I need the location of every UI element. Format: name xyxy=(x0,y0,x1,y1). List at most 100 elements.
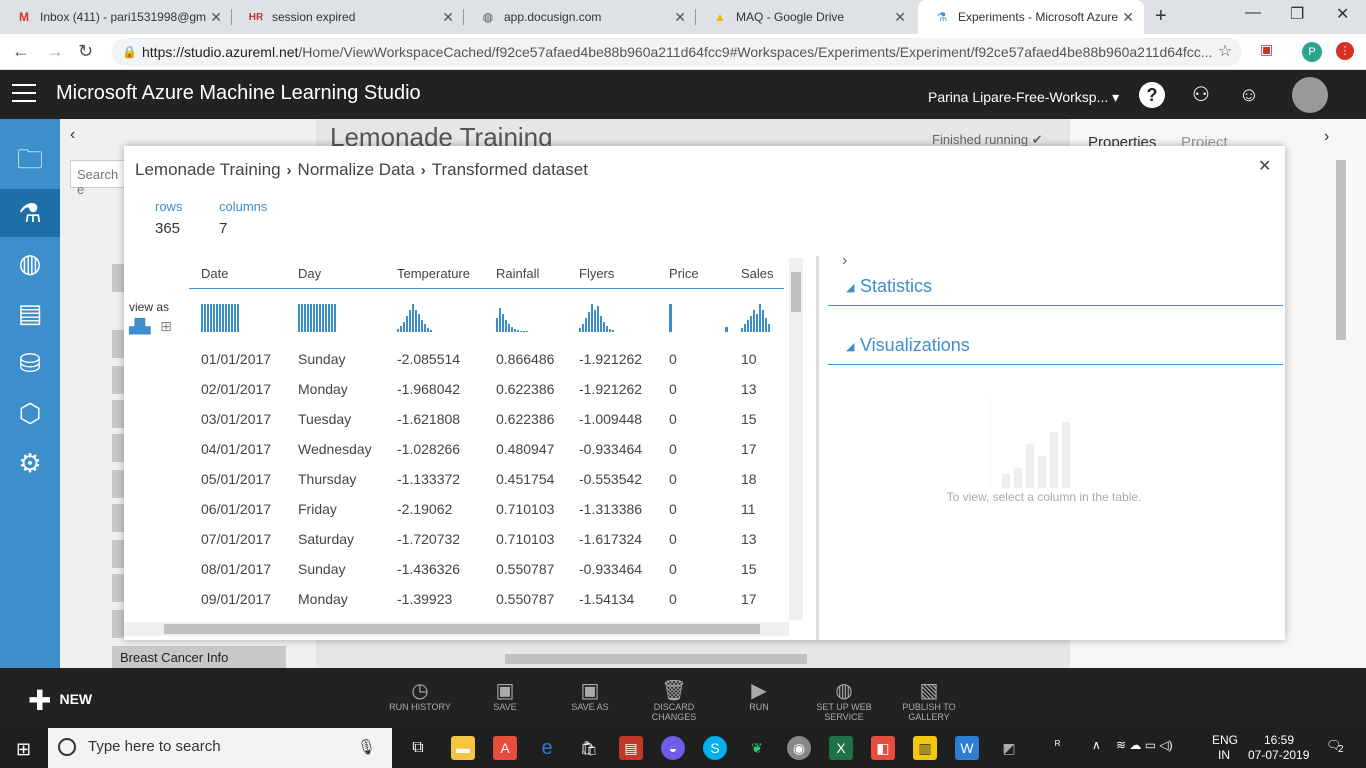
skype-icon[interactable]: S xyxy=(703,736,727,760)
histogram-flyers[interactable] xyxy=(567,288,657,344)
forward-icon[interactable]: → xyxy=(46,41,64,62)
w-app-icon[interactable]: W xyxy=(955,736,979,760)
url-field[interactable]: 🔒 https://studio.azureml.net/Home/ViewWo… xyxy=(112,38,1242,66)
avatar[interactable] xyxy=(1292,77,1328,113)
table-row[interactable]: 05/01/2017 Thursday -1.133372 0.451754 -0.55… xyxy=(189,464,784,494)
tab-azure[interactable]: ⚗ Experiments - Microsoft Azure ✕ xyxy=(918,0,1144,34)
table-row[interactable]: 02/01/2017 Monday -1.968042 0.622386 -1.9212… xyxy=(189,374,784,404)
column-header-price[interactable]: Price xyxy=(657,260,729,289)
tray-icons[interactable]: ≋ ☁ ▭ ◁) xyxy=(1116,738,1173,752)
canvas-hscrollbar[interactable] xyxy=(505,654,807,664)
panel-divider[interactable] xyxy=(816,256,819,640)
language-code[interactable]: ENG xyxy=(1212,733,1238,747)
close-tab-icon[interactable]: ✕ xyxy=(894,9,906,26)
edge-icon[interactable]: e xyxy=(535,736,559,760)
histogram-price[interactable] xyxy=(657,288,729,344)
collapse-properties-icon[interactable]: › xyxy=(1324,128,1329,146)
table-row[interactable]: 09/01/2017 Monday -1.39923 0.550787 -1.54134… xyxy=(189,584,784,614)
table-hscrollbar[interactable] xyxy=(124,622,789,636)
table-vscrollbar[interactable] xyxy=(789,258,803,620)
column-header-flyers[interactable]: Flyers xyxy=(567,260,657,289)
histogram-day[interactable] xyxy=(286,288,385,344)
histogram-temperature[interactable] xyxy=(385,288,484,344)
reload-icon[interactable]: ↻ xyxy=(78,41,93,62)
visualizations-section[interactable]: ◢ Visualizations xyxy=(828,335,1283,365)
statistics-section[interactable]: ◢ Statistics xyxy=(828,276,1283,306)
table-row[interactable]: 01/01/2017 Sunday -2.085514 0.866486 -1.9212… xyxy=(189,344,784,374)
reader-icon[interactable]: ▤ xyxy=(619,736,643,760)
bookmark-star-icon[interactable]: ☆ xyxy=(1218,41,1232,61)
maximize-icon[interactable]: ❐ xyxy=(1290,4,1304,24)
taskbar-search-input[interactable]: Type here to search 🎙 xyxy=(48,728,392,768)
close-tab-icon[interactable]: ✕ xyxy=(1122,9,1134,26)
histogram-rainfall[interactable] xyxy=(484,288,567,344)
tab-docusign[interactable]: ◍ app.docusign.com ✕ xyxy=(464,0,696,34)
new-tab-icon[interactable]: + xyxy=(1155,5,1167,28)
table-row[interactable]: 04/01/2017 Wednesday -1.028266 0.480947 -0.9… xyxy=(189,434,784,464)
table-row[interactable]: 07/01/2017 Saturday -1.720732 0.710103 -1.61… xyxy=(189,524,784,554)
new-button[interactable]: ✚ NEW xyxy=(28,684,92,717)
histogram-date[interactable] xyxy=(189,288,286,344)
column-header-sales[interactable]: Sales xyxy=(729,260,784,289)
close-tab-icon[interactable]: ✕ xyxy=(442,9,454,26)
file-explorer-icon[interactable]: ▬ xyxy=(451,736,475,760)
run-button[interactable]: ▶ RUN xyxy=(719,678,799,712)
chrome-icon[interactable]: ◉ xyxy=(787,736,811,760)
back-icon[interactable]: ← xyxy=(12,41,30,62)
publish-gallery-button[interactable]: ▧ PUBLISH TO GALLERY xyxy=(889,678,969,722)
experiments-icon[interactable]: ⚗ xyxy=(0,189,60,237)
trained-models-icon[interactable]: ⬡ xyxy=(0,389,60,437)
menu-icon[interactable]: ⋮ xyxy=(1336,42,1354,60)
discard-changes-button[interactable]: 🗑 DISCARD CHANGES xyxy=(634,678,714,722)
run-history-button[interactable]: ◷ RUN HISTORY xyxy=(380,678,460,712)
powerbi-icon[interactable]: ▥ xyxy=(913,736,937,760)
language-region[interactable]: IN xyxy=(1218,748,1230,762)
table-row[interactable]: 06/01/2017 Friday -2.19062 0.710103 -1.31338… xyxy=(189,494,784,524)
tray-expand-icon[interactable]: ∧ xyxy=(1092,738,1101,752)
web-services-icon[interactable]: ◍ xyxy=(0,239,60,287)
web-service-button[interactable]: ◍ SET UP WEB SERVICE xyxy=(804,678,884,722)
table-row[interactable]: 08/01/2017 Sunday -1.436326 0.550787 -0.9334… xyxy=(189,554,784,584)
tab-drive[interactable]: ▲ MAQ - Google Drive ✕ xyxy=(696,0,916,34)
column-header-rainfall[interactable]: Rainfall xyxy=(484,260,567,289)
excel-icon[interactable]: X xyxy=(829,736,853,760)
eclipse-icon[interactable]: ◒ xyxy=(661,736,685,760)
store-icon[interactable]: 🛍 xyxy=(577,736,601,760)
feedback-smiley-icon[interactable]: ☺ xyxy=(1236,82,1262,108)
windows-start-icon[interactable]: ⊞ xyxy=(16,739,31,760)
notebooks-icon[interactable]: ▤ xyxy=(0,289,60,337)
office-icon[interactable]: ◧ xyxy=(871,736,895,760)
collapse-palette-icon[interactable]: ‹ xyxy=(70,126,75,144)
clock-time[interactable]: 16:59 xyxy=(1264,733,1294,747)
settings-gear-icon[interactable]: ⚙ xyxy=(0,439,60,487)
close-tab-icon[interactable]: ✕ xyxy=(674,9,686,26)
tab-session[interactable]: HR session expired ✕ xyxy=(232,0,464,34)
histogram-sales[interactable] xyxy=(729,288,784,344)
clock-date[interactable]: 07-07-2019 xyxy=(1248,748,1309,762)
column-header-day[interactable]: Day xyxy=(286,260,385,289)
column-header-temperature[interactable]: Temperature xyxy=(385,260,484,289)
close-icon[interactable]: ✕ xyxy=(1258,156,1271,176)
extension-icon[interactable]: ▣ xyxy=(1260,41,1273,58)
expand-panel-icon[interactable]: › xyxy=(842,252,847,270)
datasets-icon[interactable]: ⛁ xyxy=(0,339,60,387)
task-view-icon[interactable]: ⧉ xyxy=(406,736,430,760)
properties-scrollbar[interactable] xyxy=(1336,160,1346,340)
tab-gmail[interactable]: M Inbox (411) - pari1531998@gm ✕ xyxy=(0,0,232,34)
palette-search-input[interactable]: Search e xyxy=(70,160,130,197)
community-icon[interactable]: ⚇ xyxy=(1188,82,1214,108)
microphone-icon[interactable]: 🎙 xyxy=(357,738,376,756)
column-header-date[interactable]: Date xyxy=(189,260,286,289)
save-button[interactable]: ▣ SAVE xyxy=(465,678,545,712)
scroll-thumb[interactable] xyxy=(791,272,801,312)
table-row[interactable]: 03/01/2017 Tuesday -1.621808 0.622386 -1.009… xyxy=(189,404,784,434)
hamburger-menu-icon[interactable] xyxy=(12,84,36,108)
help-icon[interactable]: ? xyxy=(1139,82,1165,108)
leaf-app-icon[interactable]: ❦ xyxy=(745,736,769,760)
palette-item-breast-cancer[interactable]: Breast Cancer Info xyxy=(112,646,286,670)
scroll-thumb[interactable] xyxy=(164,624,760,634)
save-as-button[interactable]: ▣ SAVE AS xyxy=(550,678,630,712)
boxplot-view-icon[interactable]: ⊞ xyxy=(160,318,172,334)
profile-icon[interactable]: P xyxy=(1302,42,1322,62)
workspace-selector[interactable]: Parina Lipare-Free-Worksp... ▾ xyxy=(928,89,1119,106)
